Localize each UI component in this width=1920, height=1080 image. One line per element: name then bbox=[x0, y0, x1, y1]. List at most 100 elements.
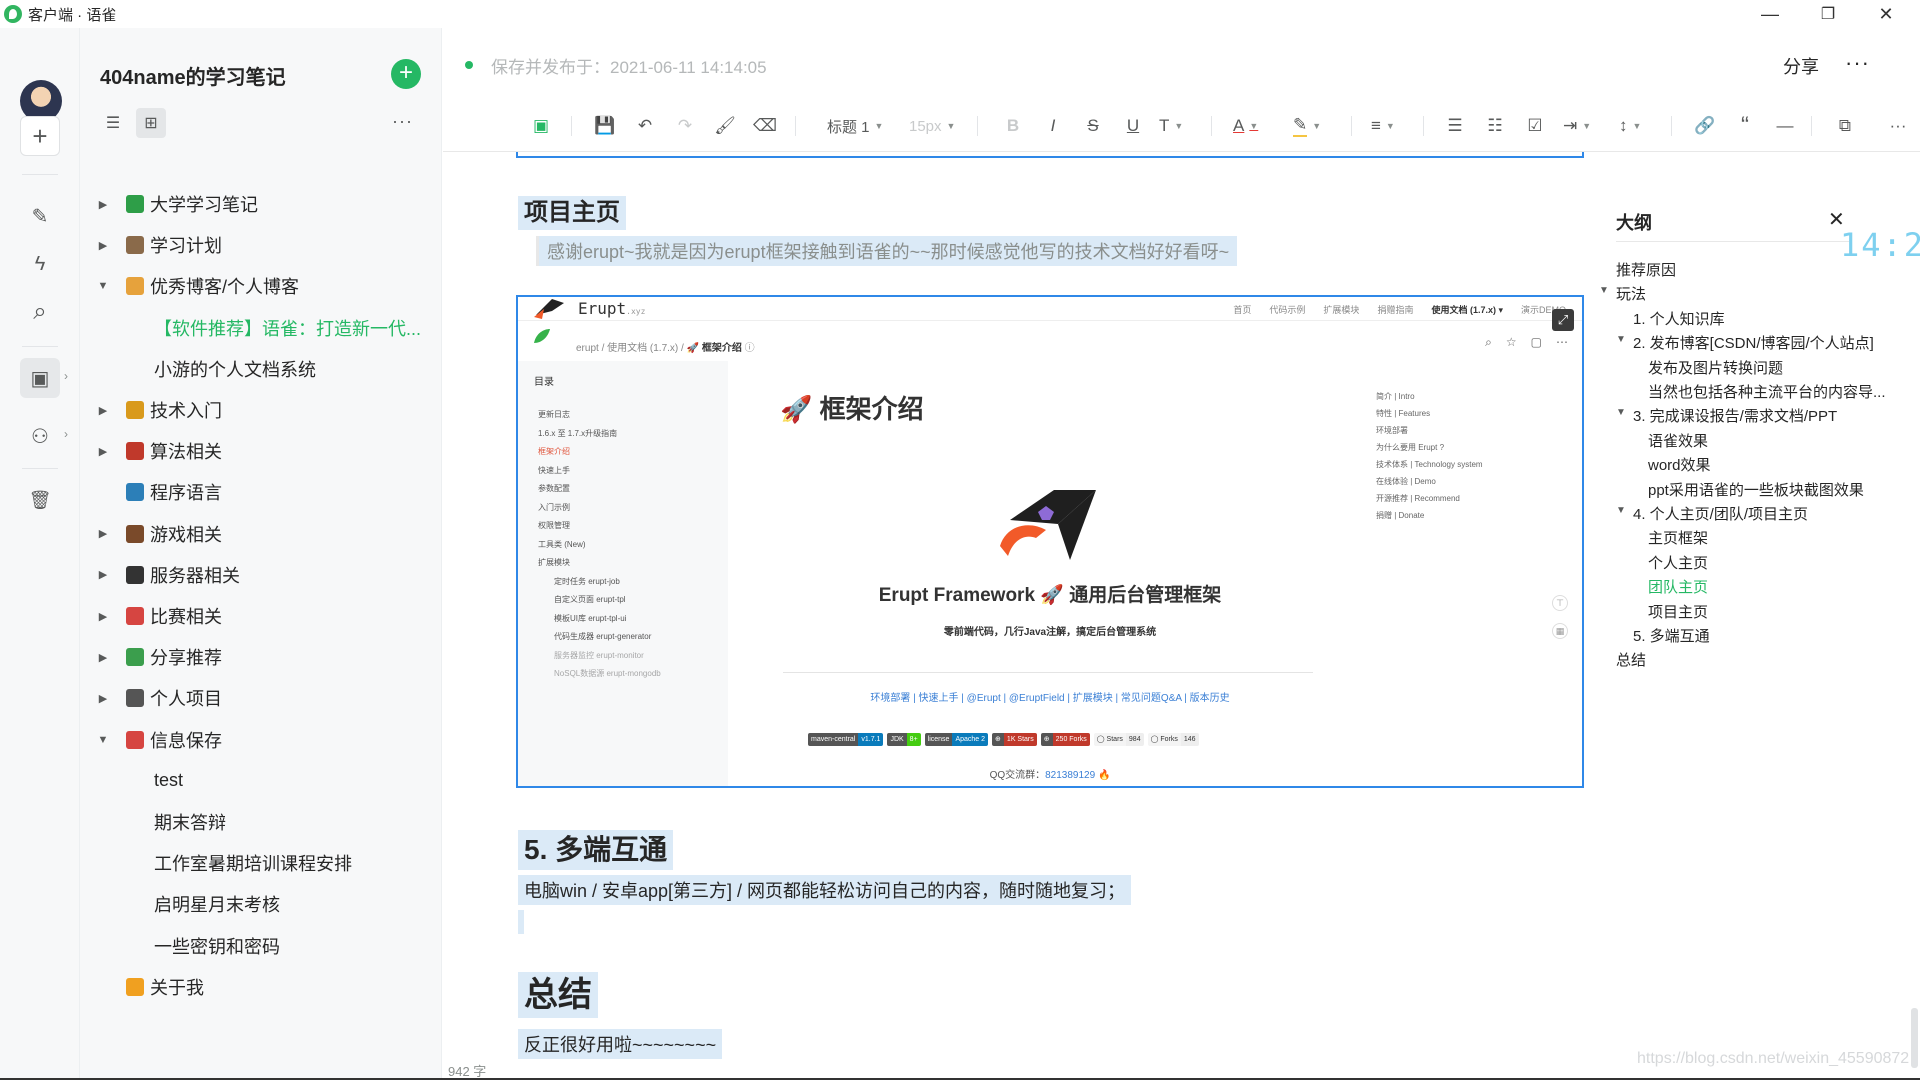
italic-button[interactable]: I bbox=[1043, 114, 1063, 138]
outline-item[interactable]: 项目主页 bbox=[1648, 601, 1708, 622]
redo-icon[interactable]: ↷ bbox=[673, 114, 697, 138]
caret-down-icon[interactable]: ▼ bbox=[1599, 285, 1609, 296]
clear-format-icon[interactable]: ⌫ bbox=[753, 114, 777, 138]
tree-item[interactable]: ▶ 服务器相关 bbox=[80, 557, 442, 593]
embedded-nav-link: 扩展模块 bbox=[1323, 305, 1360, 315]
bullet-list-icon[interactable]: ☰ bbox=[1443, 114, 1467, 138]
pen-icon[interactable]: ✎ bbox=[20, 196, 60, 236]
more-tools-icon[interactable]: ··· bbox=[1883, 114, 1913, 138]
caret-down-icon[interactable]: ▼ bbox=[96, 734, 110, 746]
caret-down-icon[interactable]: ▼ bbox=[1616, 407, 1626, 418]
scrollbar[interactable] bbox=[1911, 1008, 1918, 1068]
outline-item[interactable]: ▼ 4. 个人主页/团队/项目主页 bbox=[1616, 503, 1808, 524]
outline-item[interactable]: 1. 个人知识库 bbox=[1633, 308, 1725, 329]
outline-item[interactable]: 团队主页 bbox=[1648, 576, 1708, 597]
fullscreen-icon[interactable]: ⤢ bbox=[1552, 309, 1574, 331]
list-view-icon[interactable]: ☰ bbox=[98, 108, 128, 138]
outline-item[interactable]: 总结 bbox=[1616, 649, 1646, 670]
share-button[interactable]: 分享 bbox=[1783, 53, 1819, 79]
caret-down-icon[interactable]: ▼ bbox=[96, 280, 110, 292]
tree-item[interactable]: 【软件推荐】语雀：打造新一代... bbox=[80, 310, 442, 346]
caret-right-icon[interactable]: ▶ bbox=[96, 239, 110, 252]
tree-item[interactable]: ▶ 比赛相关 bbox=[80, 598, 442, 634]
underline-button[interactable]: U bbox=[1123, 114, 1143, 138]
knowledge-icon[interactable]: ▣ bbox=[20, 358, 60, 398]
add-doc-button[interactable]: + bbox=[391, 59, 421, 89]
embedded-screenshot[interactable]: Erupt.xyz 首页 代码示例 扩展模块 捐赠指南 使用文档 (1.7.x) ▾ 演示… bbox=[516, 295, 1584, 788]
outline-item[interactable]: 5. 多端互通 bbox=[1633, 625, 1710, 646]
tree-item[interactable]: ▼ 优秀博客/个人博客 bbox=[80, 268, 442, 304]
tree-item[interactable]: ▶ 个人项目 bbox=[80, 680, 442, 716]
caret-right-icon[interactable]: ▶ bbox=[96, 568, 110, 581]
format-painter-icon[interactable]: 🖌 bbox=[713, 114, 737, 138]
tree-item[interactable]: 期末答辩 bbox=[80, 804, 442, 840]
tree-item[interactable]: 启明星月末考核 bbox=[80, 886, 442, 922]
divider-line-icon[interactable]: — bbox=[1773, 114, 1797, 138]
outline-item[interactable]: ▼ 3. 完成课设报告/需求文档/PPT bbox=[1616, 405, 1837, 426]
tree-item[interactable]: ▶ 学习计划 bbox=[80, 227, 442, 263]
tree-item[interactable]: ▶ 大学学习笔记 bbox=[80, 186, 442, 222]
tree-item[interactable]: 小游的个人文档系统 bbox=[80, 351, 442, 387]
indent-button[interactable]: ⇥ ▼ bbox=[1563, 114, 1591, 138]
outline-item[interactable]: ▼ 玩法 bbox=[1599, 283, 1646, 304]
quote-icon[interactable]: “ bbox=[1733, 112, 1757, 139]
line-height-button[interactable]: ↕ ▼ bbox=[1619, 114, 1641, 138]
strikethrough-button[interactable]: S bbox=[1083, 114, 1103, 138]
text-size-button[interactable]: T ▼ bbox=[1159, 114, 1183, 138]
outline-item[interactable]: ppt采用语雀的一些板块截图效果 bbox=[1648, 479, 1864, 500]
search-icon: ⌕ bbox=[1485, 335, 1492, 349]
caret-down-icon[interactable]: ▼ bbox=[1616, 334, 1626, 345]
caret-right-icon[interactable]: ▶ bbox=[96, 404, 110, 417]
caret-down-icon[interactable]: ▼ bbox=[1616, 505, 1626, 516]
align-button[interactable]: ≡ ▼ bbox=[1371, 114, 1395, 138]
caret-right-icon[interactable]: ▶ bbox=[96, 651, 110, 664]
numbered-list-icon[interactable]: ☷ bbox=[1483, 114, 1507, 138]
outline-item[interactable]: 推荐原因 bbox=[1616, 259, 1676, 280]
tree-item[interactable]: ▼ 信息保存 bbox=[80, 722, 442, 758]
more-icon[interactable]: ··· bbox=[392, 111, 413, 132]
tree-item[interactable]: 程序语言 bbox=[80, 474, 442, 510]
lightning-icon[interactable]: ϟ bbox=[20, 244, 60, 284]
search-icon[interactable]: ⌕ bbox=[20, 292, 60, 332]
tree-view-icon[interactable]: ⊞ bbox=[136, 108, 166, 138]
font-size-select[interactable]: 15px ▼ bbox=[909, 114, 955, 138]
tree-item[interactable]: ▶ 技术入门 bbox=[80, 392, 442, 428]
outline-item[interactable]: ▼ 2. 发布博客[CSDN/博客园/个人站点] bbox=[1616, 332, 1874, 353]
create-button[interactable]: + bbox=[20, 116, 60, 156]
bold-button[interactable]: B bbox=[1003, 114, 1023, 138]
caret-right-icon[interactable]: ▶ bbox=[96, 445, 110, 458]
restore-button[interactable]: ❐ bbox=[1800, 0, 1856, 28]
font-color-button[interactable]: A ▼ bbox=[1233, 114, 1258, 138]
outline-item[interactable]: 主页框架 bbox=[1648, 527, 1708, 548]
trash-icon[interactable]: 🗑 bbox=[20, 480, 60, 520]
minimize-button[interactable]: — bbox=[1742, 0, 1798, 28]
tree-item[interactable]: ▶ 分享推荐 bbox=[80, 639, 442, 675]
outline-item[interactable]: word效果 bbox=[1648, 454, 1711, 475]
tree-item[interactable]: 一些密钥和密码 bbox=[80, 928, 442, 964]
task-list-icon[interactable]: ☑ bbox=[1523, 114, 1547, 138]
caret-right-icon[interactable]: ▶ bbox=[96, 692, 110, 705]
close-button[interactable]: ✕ bbox=[1858, 0, 1914, 28]
caret-right-icon[interactable]: ▶ bbox=[96, 527, 110, 540]
caret-right-icon[interactable]: ▶ bbox=[96, 610, 110, 623]
tree-item[interactable]: ▶ 游戏相关 bbox=[80, 516, 442, 552]
toc-icon[interactable]: ⧉ bbox=[1833, 114, 1857, 138]
tree-item[interactable]: ▶ 算法相关 bbox=[80, 433, 442, 469]
heading-select[interactable]: 标题 1 ▼ bbox=[827, 114, 883, 138]
undo-icon[interactable]: ↶ bbox=[633, 114, 657, 138]
outline-item[interactable]: 语雀效果 bbox=[1648, 430, 1708, 451]
save-icon[interactable]: 💾 bbox=[593, 114, 617, 138]
team-icon[interactable]: ⚇ bbox=[20, 416, 60, 456]
link-icon[interactable]: 🔗 bbox=[1693, 114, 1717, 138]
tree-item[interactable]: 工作室暑期培训课程安排 bbox=[80, 845, 442, 881]
more-icon[interactable]: ··· bbox=[1845, 50, 1870, 76]
outline-item[interactable]: 发布及图片转换问题 bbox=[1648, 357, 1783, 378]
tree-item[interactable]: 关于我 bbox=[80, 969, 442, 1005]
tree-item[interactable]: test bbox=[80, 763, 442, 799]
outline-item[interactable]: 当然也包括各种主流平台的内容导... bbox=[1648, 381, 1886, 402]
tree-item-label: test bbox=[154, 770, 184, 791]
outline-item[interactable]: 个人主页 bbox=[1648, 552, 1708, 573]
caret-right-icon[interactable]: ▶ bbox=[96, 198, 110, 211]
insert-image-icon[interactable]: ▣ bbox=[529, 114, 553, 138]
highlight-color-button[interactable]: ✎ ▼ bbox=[1293, 114, 1321, 138]
